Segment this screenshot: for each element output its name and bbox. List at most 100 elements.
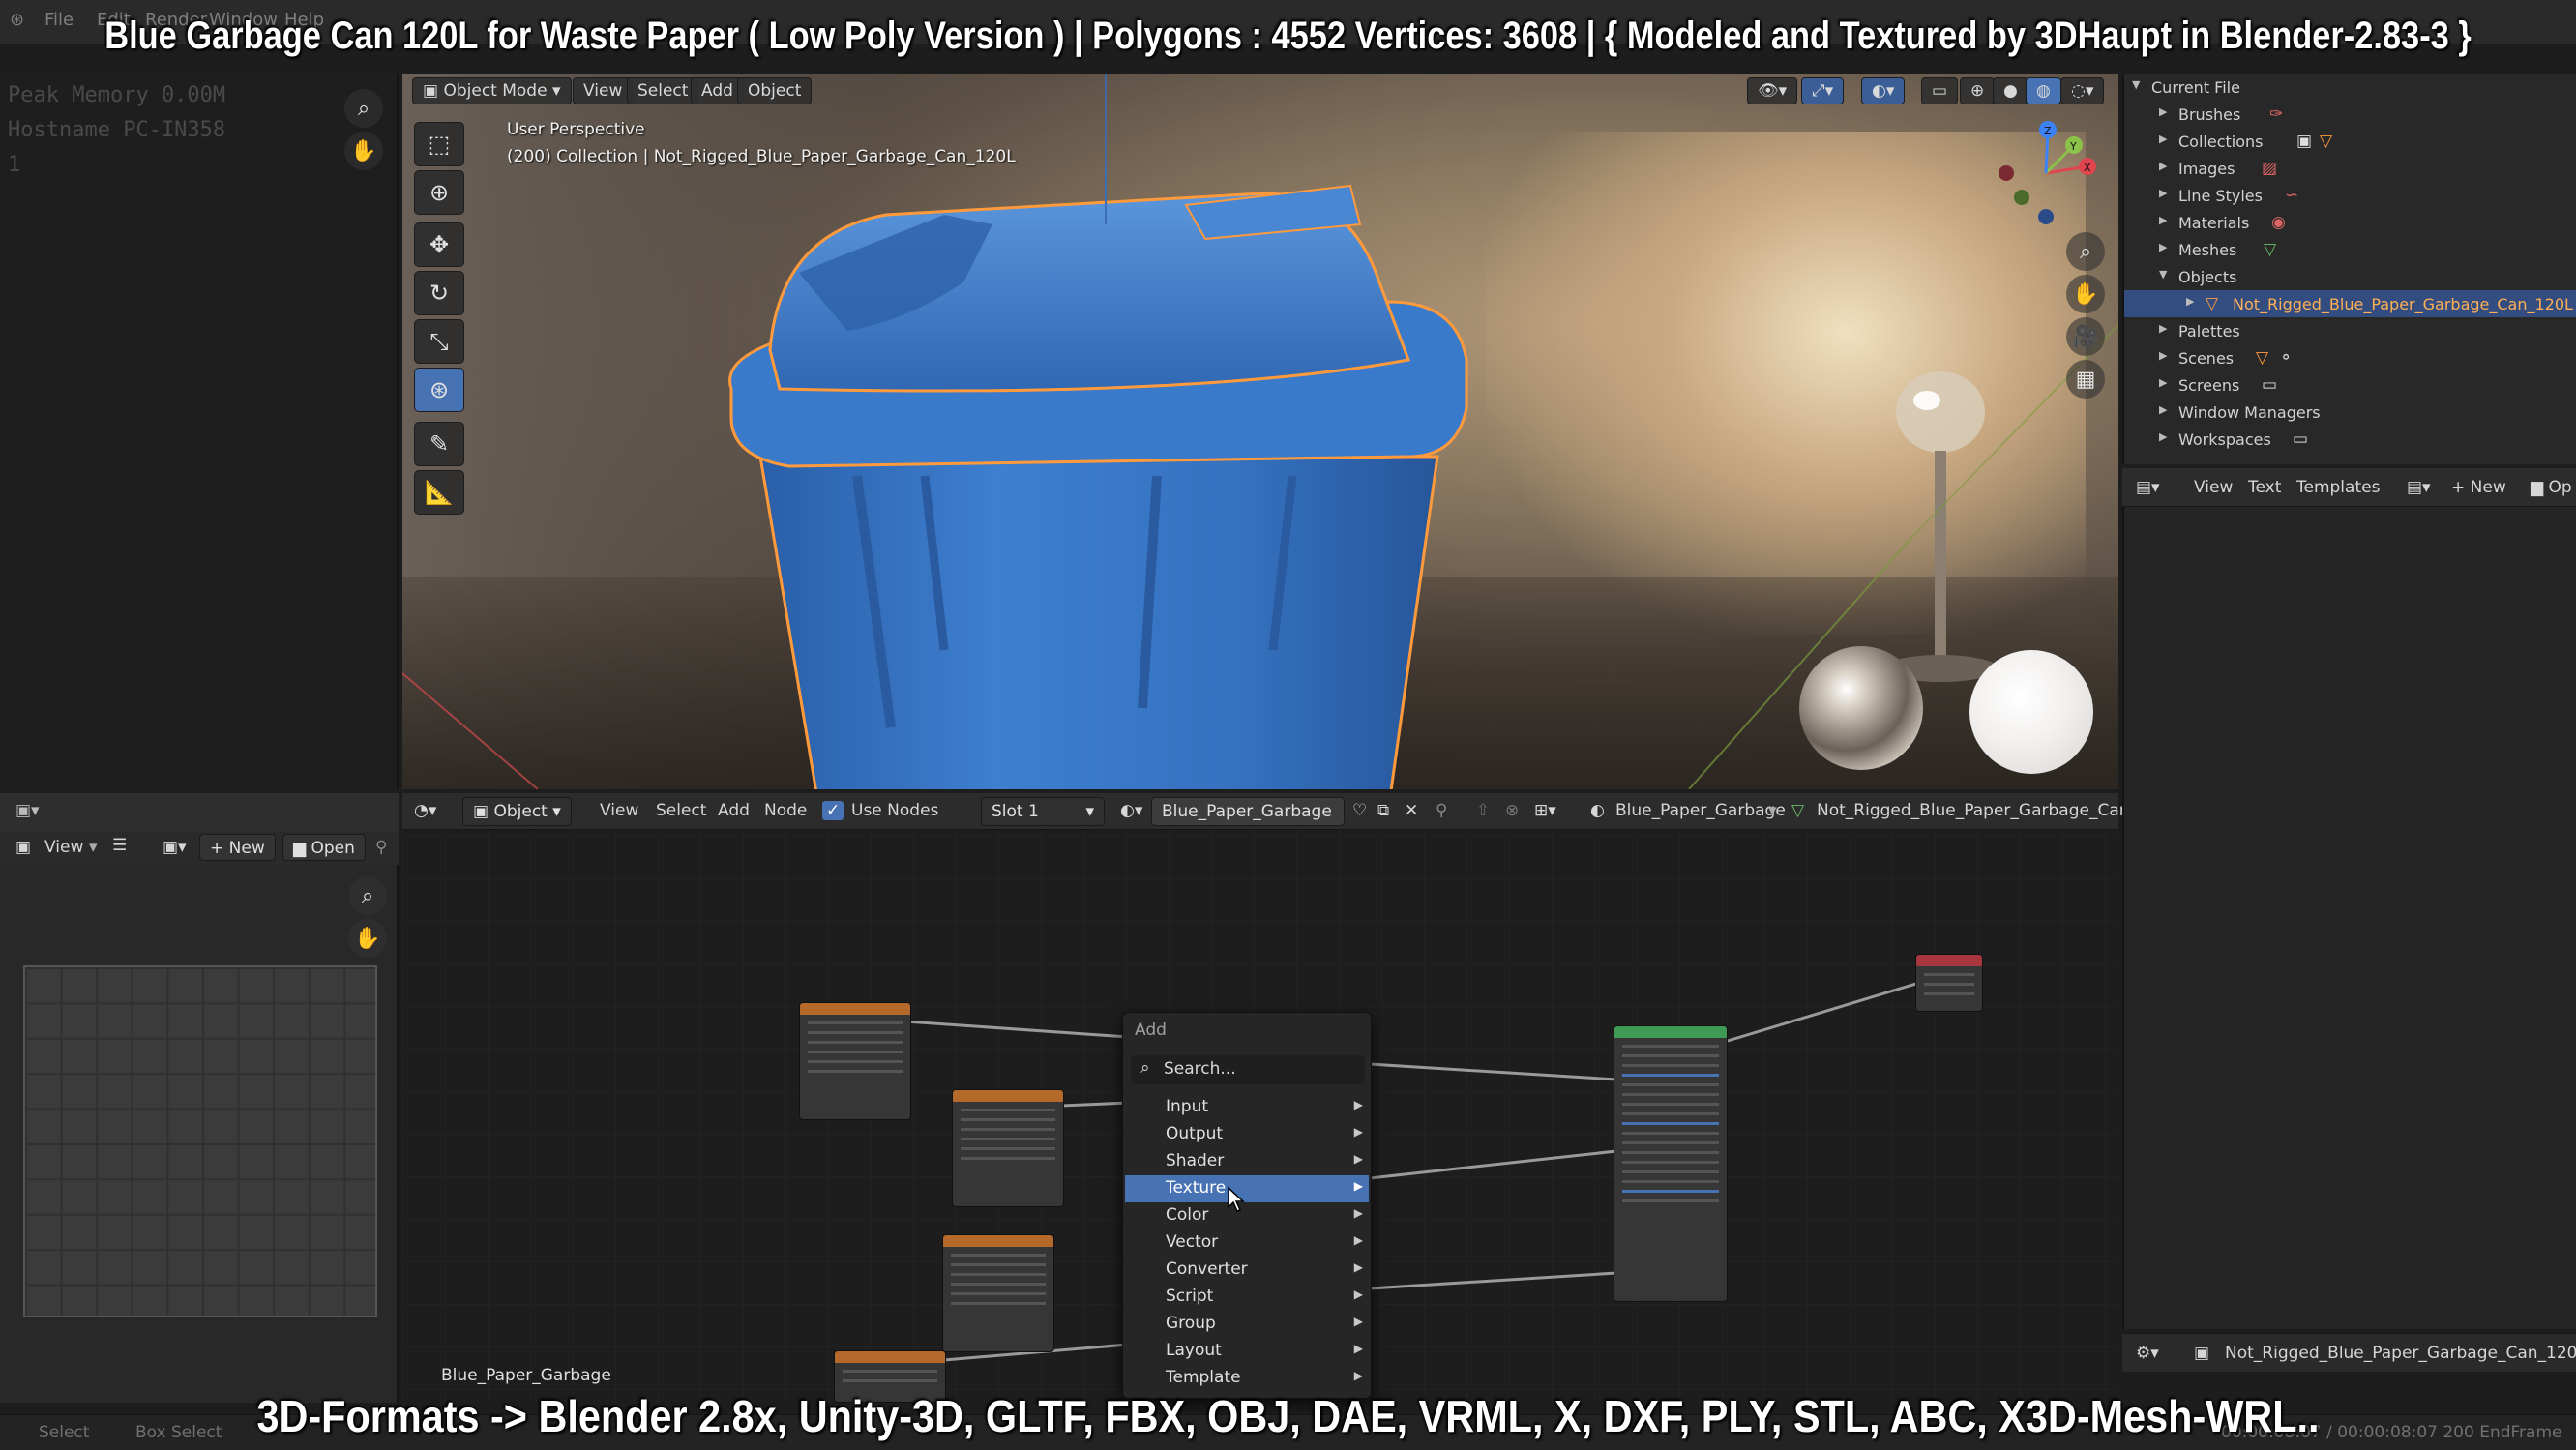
outliner-item-collections[interactable]: ▶ Collections ▣ ▽ (2124, 128, 2576, 155)
viewport-menu-add[interactable]: Add (691, 77, 744, 104)
outliner-item-scenes[interactable]: ▶ Scenes ▽ ⚬ (2124, 344, 2576, 371)
hand-pan-icon[interactable]: ✋ (344, 132, 383, 170)
add-menu-item-vector[interactable]: Vector ▶ (1125, 1229, 1369, 1257)
outliner-item-screens[interactable]: ▶ Screens ▭ (2124, 371, 2576, 399)
material-browse-icon[interactable]: ◐▾ (1120, 801, 1142, 820)
outliner-item-workspaces[interactable]: ▶ Workspaces ▭ (2124, 426, 2576, 453)
chevron-down-icon[interactable]: ▾ (1768, 801, 1777, 820)
outliner-item-meshes[interactable]: ▶ Meshes ▽ (2124, 236, 2576, 263)
open-text-button[interactable]: ▆ Op (2531, 478, 2572, 497)
use-nodes-checkbox[interactable]: ✓ (822, 801, 844, 820)
editor-type-icon[interactable]: ◔▾ (414, 801, 436, 820)
add-menu-item-output[interactable]: Output ▶ (1125, 1121, 1369, 1148)
outliner-root[interactable]: ▼ Current File (2124, 74, 2576, 101)
outliner-item-window-managers[interactable]: ▶ Window Managers (2124, 399, 2576, 426)
material-output-node[interactable] (1915, 954, 1983, 1012)
camera-view-icon[interactable]: 🎥 (2066, 317, 2105, 356)
unlink-icon[interactable]: ✕ (1405, 801, 1418, 820)
hamburger-icon[interactable]: ☰ (112, 836, 127, 855)
hand-pan-icon[interactable]: ✋ (2066, 275, 2105, 313)
solid-shading-icon[interactable]: ● (1993, 77, 2028, 104)
add-menu-item-group[interactable]: Group ▶ (1125, 1311, 1369, 1338)
principled-bsdf-node[interactable] (1614, 1025, 1728, 1302)
mode-dropdown[interactable]: ▣ Object Mode ▾ (412, 77, 572, 104)
add-menu-search[interactable]: ⌕ Search... (1131, 1055, 1365, 1084)
open-image-button[interactable]: ▆ Open (282, 834, 366, 861)
new-text-button[interactable]: + New (2451, 478, 2506, 497)
add-menu-item-layout[interactable]: Layout ▶ (1125, 1338, 1369, 1365)
text-browse-icon[interactable]: ▤▾ (2407, 478, 2431, 497)
properties-type-icon[interactable]: ⚙▾ (2136, 1344, 2159, 1363)
scale-icon[interactable]: ⤡ (414, 319, 464, 364)
3d-viewport[interactable] (402, 74, 2118, 789)
chevron-down-icon[interactable]: ▾ (89, 838, 98, 857)
rotate-icon[interactable]: ↻ (414, 271, 464, 315)
fake-user-icon[interactable]: ♡ (1352, 801, 1367, 820)
transform-icon[interactable]: ⊛ (414, 368, 464, 412)
outliner-item-garbage-can-object[interactable]: ▶ ▽ Not_Rigged_Blue_Paper_Garbage_Can_12… (2124, 290, 2576, 317)
add-menu-item-texture[interactable]: Texture ▶ (1125, 1175, 1369, 1202)
node-menu-add[interactable]: Add (718, 801, 750, 820)
editor-type-icon[interactable]: ▤▾ (2136, 478, 2160, 497)
image-type-icon[interactable]: ▣ (15, 838, 31, 857)
overlay-icon[interactable]: ◐▾ (1861, 77, 1906, 104)
navigation-gizmo[interactable]: X Y Z (1993, 120, 2099, 226)
rendered-shading-icon[interactable]: ◌▾ (2060, 77, 2105, 104)
outliner-item-images[interactable]: ▶ Images ▨ (2124, 155, 2576, 182)
node-menu-view[interactable]: View (600, 801, 638, 820)
gizmo-icon[interactable]: ⤢▾ (1801, 77, 1845, 104)
view-menu[interactable]: View (44, 838, 83, 857)
object-type-dropdown[interactable]: ▣ Object ▾ (462, 797, 572, 826)
move-icon[interactable]: ✥ (414, 222, 464, 267)
annotate-icon[interactable]: ✎ (414, 422, 464, 466)
editor-type-icon[interactable]: ▣▾ (15, 801, 40, 820)
hand-pan-icon[interactable]: ✋ (348, 919, 387, 958)
add-menu-item-color[interactable]: Color ▶ (1125, 1202, 1369, 1229)
image-texture-node[interactable] (952, 1089, 1064, 1207)
new-image-button[interactable]: + New (199, 834, 276, 861)
zoom-icon[interactable]: ⌕ (344, 89, 383, 128)
text-menu-text[interactable]: Text (2248, 478, 2281, 497)
image-browse-icon[interactable]: ▣▾ (163, 838, 187, 857)
outliner-item-palettes[interactable]: ▶ Palettes (2124, 317, 2576, 344)
add-menu-item-input[interactable]: Input ▶ (1125, 1094, 1369, 1121)
material-name-field[interactable]: Blue_Paper_Garbage (1151, 797, 1345, 826)
pin-icon[interactable]: ⚲ (375, 838, 387, 857)
garbage-can-model[interactable] (615, 166, 1583, 789)
visibility-icon[interactable]: 👁▾ (1747, 77, 1798, 104)
image-texture-node[interactable] (942, 1234, 1054, 1352)
zoom-icon[interactable]: ⌕ (348, 876, 387, 915)
pin-icon[interactable]: ⚲ (1436, 801, 1447, 820)
slot-dropdown[interactable]: Slot 1 ▾ (981, 797, 1105, 826)
select-box-icon[interactable]: ⬚ (414, 122, 464, 166)
snap-type-icon[interactable]: ⊞▾ (1534, 801, 1556, 820)
snap-icon[interactable]: ⊗ (1505, 801, 1519, 820)
measure-icon[interactable]: 📐 (414, 470, 464, 515)
add-menu-item-script[interactable]: Script ▶ (1125, 1284, 1369, 1311)
viewport-menu-object[interactable]: Object (737, 77, 813, 104)
node-menu-select[interactable]: Select (656, 801, 706, 820)
text-menu-templates[interactable]: Templates (2296, 478, 2380, 497)
image-texture-node[interactable] (799, 1002, 911, 1120)
viewport-menu-select[interactable]: Select (627, 77, 699, 104)
material-shading-icon[interactable]: ◍ (2026, 77, 2061, 104)
text-menu-view[interactable]: View (2194, 478, 2233, 497)
outliner-item-line-styles[interactable]: ▶ Line Styles ∽ (2124, 182, 2576, 209)
outliner-item-brushes[interactable]: ▶ Brushes ✑ (2124, 101, 2576, 128)
outliner-item-materials[interactable]: ▶ Materials ◉ (2124, 209, 2576, 236)
add-menu-item-shader[interactable]: Shader ▶ (1125, 1148, 1369, 1175)
grid-toggle-icon[interactable]: ▦ (2066, 360, 2105, 399)
viewport-menu-view[interactable]: View (573, 77, 634, 104)
uv-grid[interactable] (23, 965, 377, 1317)
wireframe-shading-icon[interactable]: ⊕ (1960, 77, 1996, 104)
zoom-icon[interactable]: ⌕ (2066, 232, 2105, 271)
blender-logo-icon[interactable]: ⊛ (10, 10, 24, 30)
node-menu-node[interactable]: Node (764, 801, 807, 820)
cursor-icon[interactable]: ⊕ (414, 170, 464, 215)
text-editor-panel[interactable] (2122, 468, 2576, 1329)
duplicate-icon[interactable]: ⧉ (1377, 801, 1389, 820)
parent-node-icon[interactable]: ⇧ (1476, 801, 1490, 820)
xray-icon[interactable]: ▭ (1921, 77, 1959, 104)
menu-file[interactable]: File (44, 10, 74, 30)
add-menu-item-converter[interactable]: Converter ▶ (1125, 1257, 1369, 1284)
